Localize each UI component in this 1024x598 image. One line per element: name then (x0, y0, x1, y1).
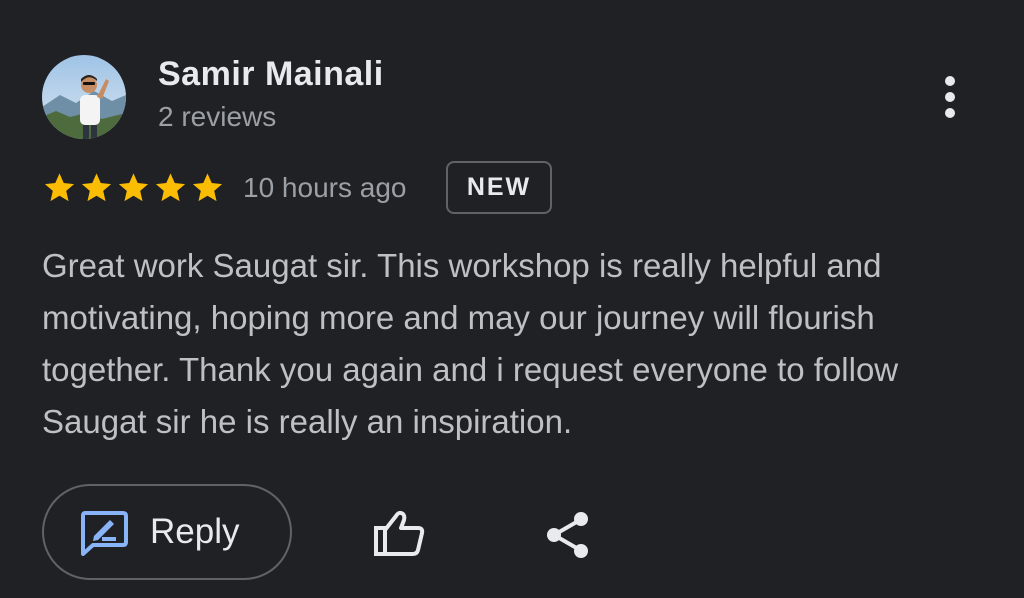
review-text: Great work Saugat sir. This workshop is … (42, 247, 899, 440)
avatar[interactable] (42, 55, 126, 139)
star-icon (81, 173, 112, 202)
star-icon (118, 173, 149, 202)
thumbs-up-icon (374, 510, 425, 556)
review-count[interactable]: 2 reviews (158, 101, 276, 133)
reply-button[interactable]: Reply (42, 484, 292, 580)
star-rating (42, 170, 225, 206)
new-badge: NEW (446, 161, 552, 214)
star-icon (44, 173, 75, 202)
share-button[interactable] (544, 510, 592, 560)
review-timestamp: 10 hours ago (243, 172, 407, 203)
more-options-button[interactable] (926, 70, 974, 124)
reply-label: Reply (150, 512, 240, 551)
avatar-photo-icon (42, 55, 126, 139)
review-card: Samir Mainali 2 reviews 10 hours ago NEW… (0, 0, 1024, 598)
star-icon (155, 173, 186, 202)
reply-edit-icon (81, 511, 128, 556)
more-vert-icon (945, 76, 955, 118)
reviewer-name[interactable]: Samir Mainali (158, 55, 384, 94)
share-icon (547, 512, 588, 558)
like-button[interactable] (372, 508, 428, 558)
star-icon (192, 173, 223, 202)
